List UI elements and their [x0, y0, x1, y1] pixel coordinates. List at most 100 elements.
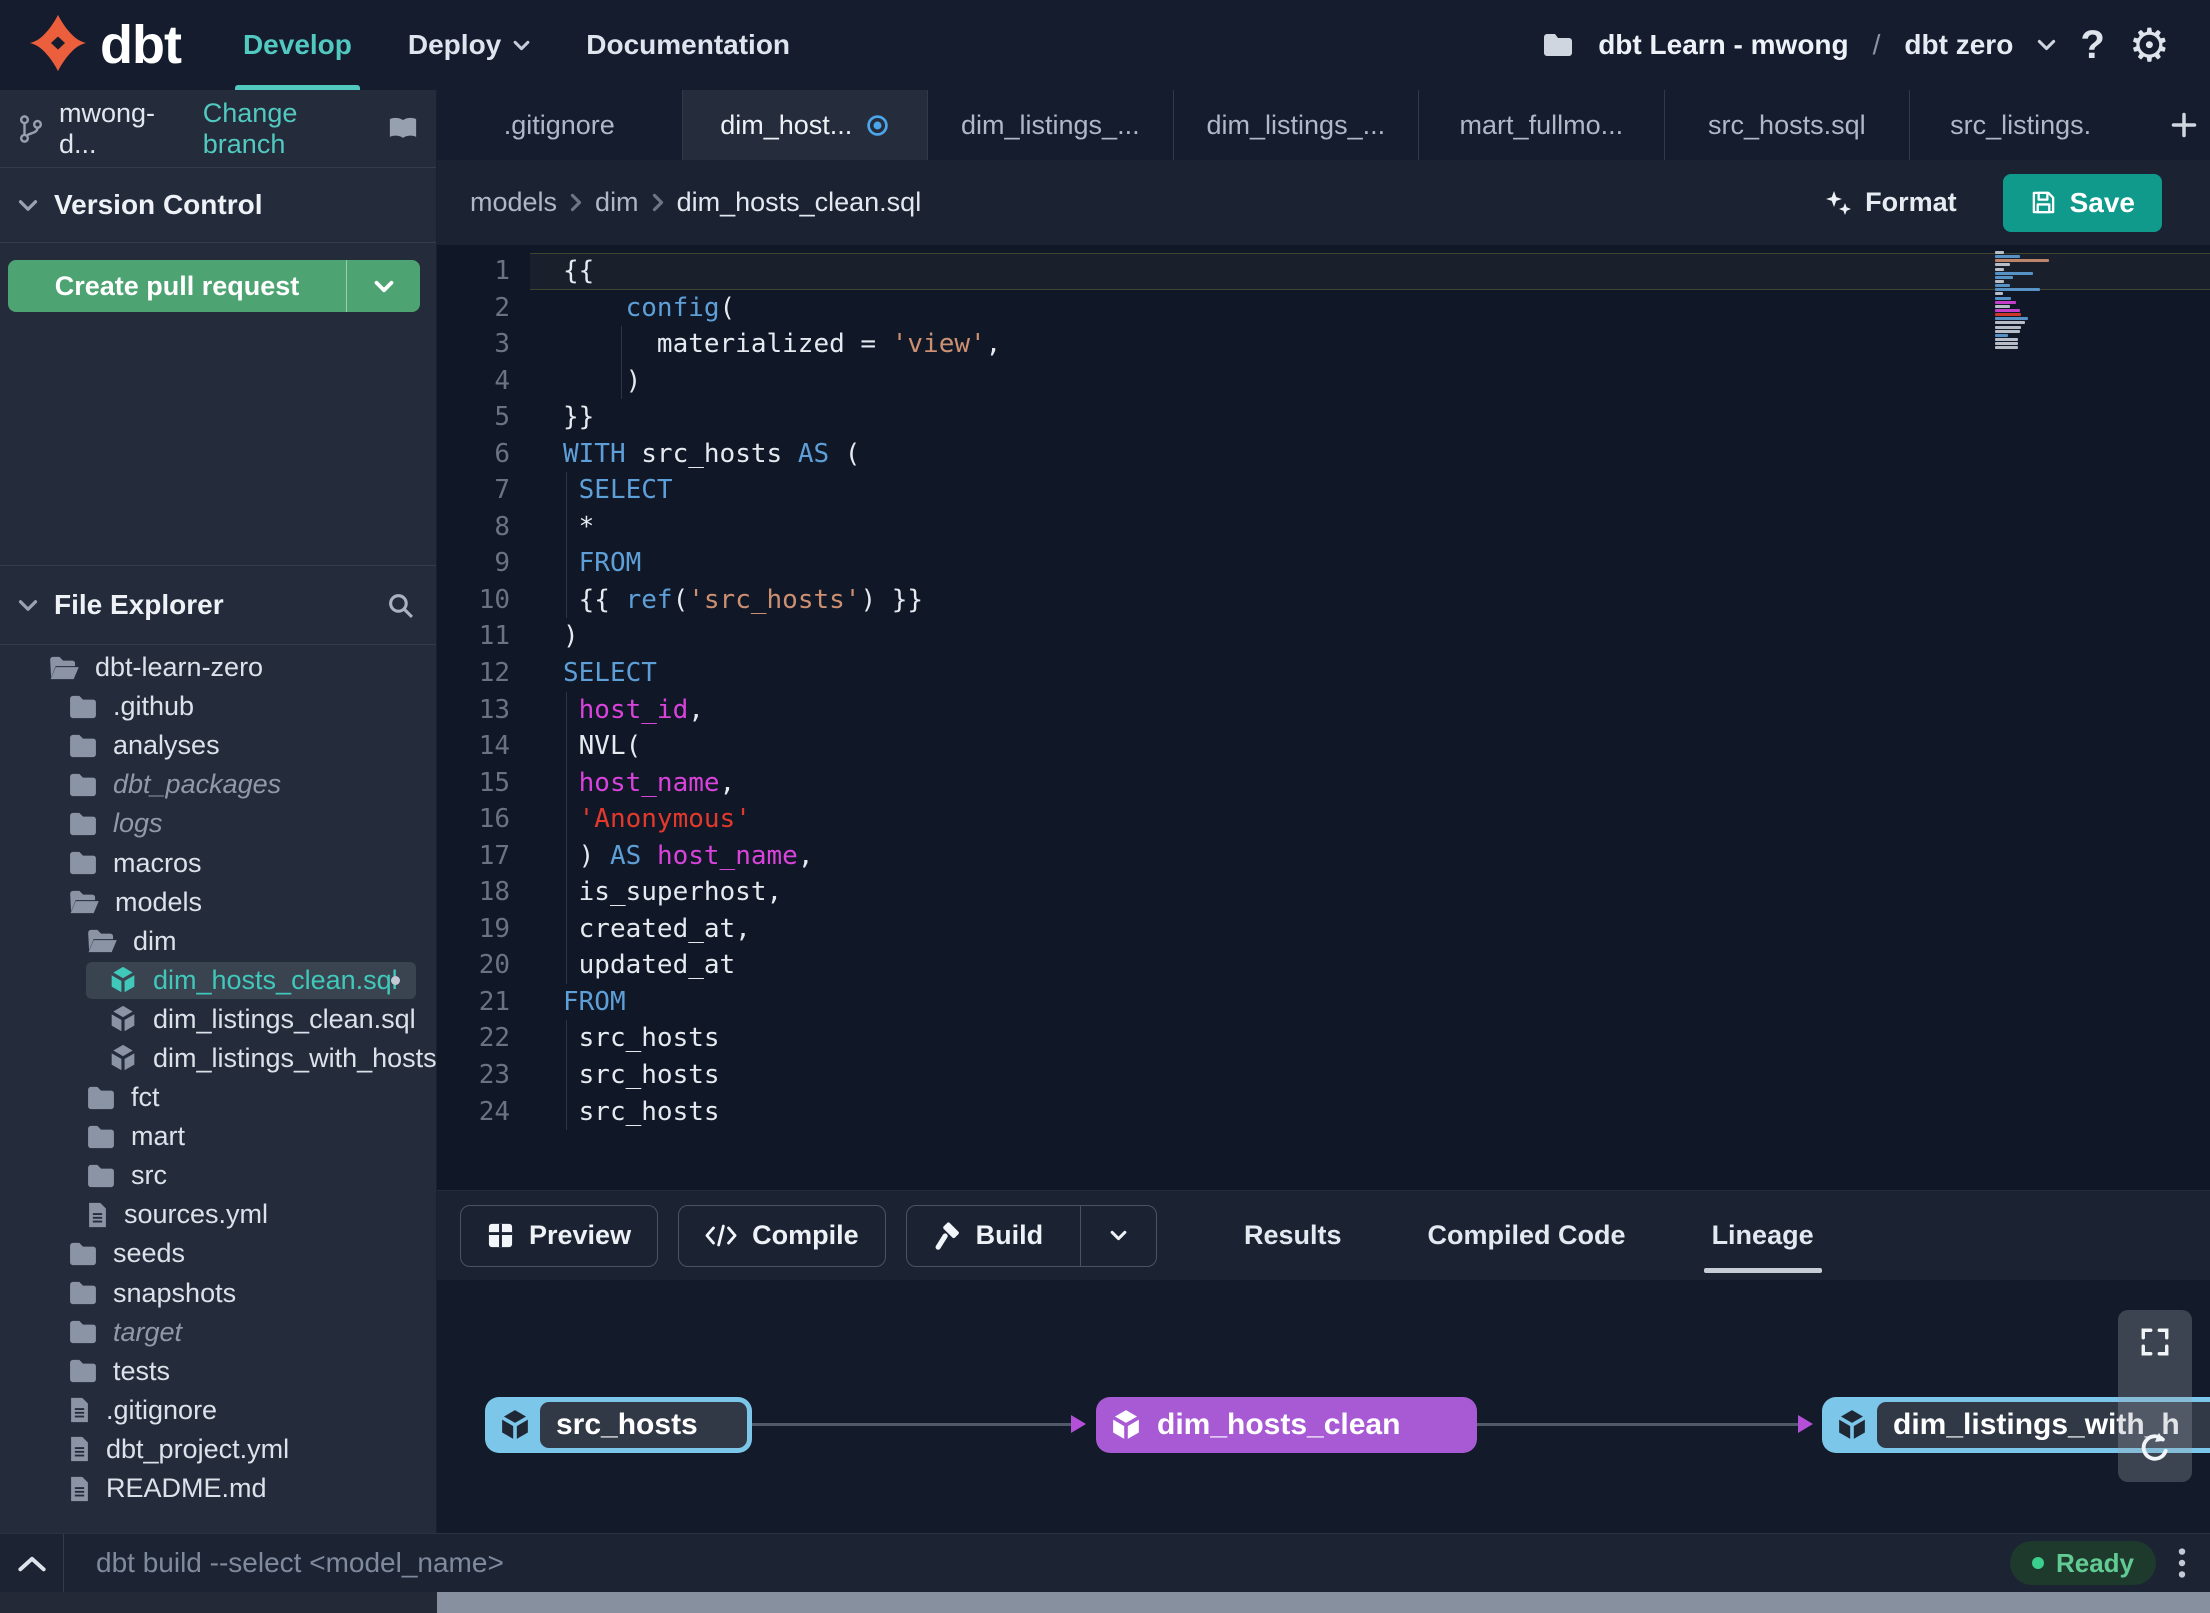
code-line-18[interactable]: 18 is_superhost,: [437, 874, 2210, 911]
tree-item-macros[interactable]: macros: [0, 843, 436, 882]
new-tab-button[interactable]: [2157, 90, 2210, 160]
lineage-node-dim-hosts-clean[interactable]: dim_hosts_clean: [1096, 1397, 1477, 1453]
panel-tab-lineage[interactable]: Lineage: [1698, 1191, 1828, 1280]
account-name[interactable]: dbt Learn - mwong: [1598, 29, 1848, 61]
tab-mart-fullmo[interactable]: mart_fullmo...: [1419, 90, 1665, 160]
help-icon[interactable]: ?: [2080, 23, 2104, 68]
tree-item-models[interactable]: models: [0, 883, 436, 922]
build-button[interactable]: Build: [905, 1204, 1158, 1267]
version-control-header[interactable]: Version Control: [0, 168, 436, 243]
code-line-14[interactable]: 14 NVL(: [437, 728, 2210, 765]
tree-item-dim-hosts-clean-sql[interactable]: dim_hosts_clean.sql: [0, 961, 436, 1000]
code-line-11[interactable]: 11): [437, 618, 2210, 655]
tree-item-readme-md[interactable]: README.md: [0, 1469, 436, 1508]
tree-item-dbt-learn-zero[interactable]: dbt-learn-zero: [0, 648, 436, 687]
tree-item-mart[interactable]: mart: [0, 1117, 436, 1156]
code-line-7[interactable]: 7 SELECT: [437, 472, 2210, 509]
lineage-node-src-hosts[interactable]: src_hosts: [485, 1397, 752, 1453]
tree-item-sources-yml[interactable]: sources.yml: [0, 1195, 436, 1234]
minimap-line: [1995, 263, 2010, 267]
code-line-21[interactable]: 21 FROM: [437, 984, 2210, 1021]
tree-item-logs[interactable]: logs: [0, 804, 436, 843]
tab-gitignore[interactable]: .gitignore: [437, 90, 683, 160]
create-pull-request-button[interactable]: Create pull request: [8, 260, 420, 312]
code-line-12[interactable]: 12 SELECT: [437, 655, 2210, 692]
panel-tab-compiled-code[interactable]: Compiled Code: [1414, 1191, 1640, 1280]
tree-item-gitignore[interactable]: .gitignore: [0, 1391, 436, 1430]
lineage-canvas[interactable]: src_hosts dim_hosts_clean dim_listings_wit…: [437, 1280, 2210, 1533]
code-line-22[interactable]: 22 src_hosts: [437, 1020, 2210, 1058]
tree-item-src[interactable]: src: [0, 1156, 436, 1195]
token: src_hosts: [563, 1096, 720, 1127]
tree-item-fct[interactable]: fct: [0, 1078, 436, 1117]
tree-item-seeds[interactable]: seeds: [0, 1234, 436, 1273]
code-editor[interactable]: 1{{2 config(3 materialized = 'view', 4 ) 5…: [437, 245, 2210, 1190]
nav-item-deploy[interactable]: Deploy: [380, 0, 558, 90]
tab-dim-listings[interactable]: dim_listings_...: [1174, 90, 1420, 160]
format-button[interactable]: Format: [1824, 187, 1957, 218]
code-line-1[interactable]: 1 {{: [437, 253, 2210, 290]
change-branch-link[interactable]: Change branch: [203, 98, 367, 160]
tree-item-dim-listings-with-hosts[interactable]: dim_listings_with_hosts...: [0, 1039, 436, 1078]
dbt-logo[interactable]: dbt: [28, 0, 182, 90]
breadcrumb-segment[interactable]: models: [470, 187, 557, 218]
gear-icon[interactable]: ⚙: [2129, 22, 2170, 68]
build-dropdown-button[interactable]: [1080, 1205, 1156, 1266]
pull-request-dropdown-button[interactable]: [346, 260, 420, 312]
tree-item-github[interactable]: .github: [0, 687, 436, 726]
command-input[interactable]: [96, 1547, 2010, 1579]
code-line-23[interactable]: 23 src_hosts: [437, 1057, 2210, 1094]
editor-minimap[interactable]: [1995, 251, 2055, 350]
chevron-up-icon[interactable]: [0, 1534, 64, 1592]
tab-dim-listings[interactable]: dim_listings_...: [928, 90, 1174, 160]
file-explorer-header[interactable]: File Explorer: [0, 565, 436, 645]
fullscreen-icon[interactable]: [2139, 1326, 2171, 1358]
project-name[interactable]: dbt zero: [1904, 29, 2013, 61]
code-line-24[interactable]: 24 src_hosts: [437, 1093, 2210, 1131]
tree-item-dbt-project-yml[interactable]: dbt_project.yml: [0, 1430, 436, 1469]
code-line-4[interactable]: 4 ): [437, 362, 2210, 400]
code-text: SELECT: [530, 472, 2210, 509]
nav-item-develop[interactable]: Develop: [215, 0, 380, 90]
code-line-5[interactable]: 5}}: [437, 399, 2210, 436]
code-line-9[interactable]: 9 FROM: [437, 545, 2210, 582]
breadcrumb-segment[interactable]: dim: [595, 187, 639, 218]
tab-src-listings[interactable]: src_listings.: [1910, 90, 2157, 160]
tree-item-dim[interactable]: dim: [0, 922, 436, 961]
tree-item-dbt-packages[interactable]: dbt_packages: [0, 765, 436, 804]
search-icon[interactable]: [387, 592, 414, 619]
code-line-3[interactable]: 3 materialized = 'view',: [437, 326, 2210, 363]
code-line-15[interactable]: 15 host_name,: [437, 764, 2210, 802]
tab-src-hosts-sql[interactable]: src_hosts.sql: [1665, 90, 1911, 160]
project-chevron-down-icon[interactable]: [2037, 39, 2056, 51]
save-button[interactable]: Save: [2002, 173, 2162, 232]
tab-dim-host[interactable]: dim_host...: [682, 90, 929, 160]
branch-row: mwong-d... Change branch: [0, 90, 436, 168]
tree-item-snapshots[interactable]: snapshots: [0, 1274, 436, 1313]
code-line-17[interactable]: 17 ) AS host_name,: [437, 837, 2210, 875]
preview-button[interactable]: Preview: [460, 1204, 659, 1267]
compile-button[interactable]: Compile: [678, 1204, 886, 1267]
lineage-node-label: dim_hosts_clean: [1157, 1408, 1401, 1441]
panel-tab-results[interactable]: Results: [1230, 1191, 1356, 1280]
code-line-10[interactable]: 10 {{ ref('src_hosts') }}: [437, 581, 2210, 619]
line-number: 20: [478, 950, 510, 981]
code-line-8[interactable]: 8 *: [437, 508, 2210, 546]
code-line-19[interactable]: 19 created_at,: [437, 910, 2210, 948]
tree-item-dim-listings-clean-sql[interactable]: dim_listings_clean.sql: [0, 1000, 436, 1039]
nav-item-documentation[interactable]: Documentation: [558, 0, 818, 90]
tree-item-tests[interactable]: tests: [0, 1352, 436, 1391]
code-line-6[interactable]: 6 WITH src_hosts AS (: [437, 436, 2210, 473]
refresh-icon[interactable]: [2137, 1430, 2173, 1466]
code-line-13[interactable]: 13 host_id,: [437, 691, 2210, 729]
scrollbar-thumb[interactable]: [437, 1592, 2210, 1613]
tree-item-analyses[interactable]: analyses: [0, 726, 436, 765]
kebab-menu-icon[interactable]: [2178, 1547, 2186, 1579]
docs-book-icon[interactable]: [388, 116, 418, 141]
code-line-16[interactable]: 16 'Anonymous': [437, 801, 2210, 838]
code-line-20[interactable]: 20 updated_at: [437, 947, 2210, 984]
create-pull-request-label[interactable]: Create pull request: [8, 260, 346, 312]
code-line-2[interactable]: 2 config(: [437, 290, 2210, 327]
breadcrumb-segment[interactable]: dim_hosts_clean.sql: [677, 187, 922, 218]
tree-item-target[interactable]: target: [0, 1313, 436, 1352]
